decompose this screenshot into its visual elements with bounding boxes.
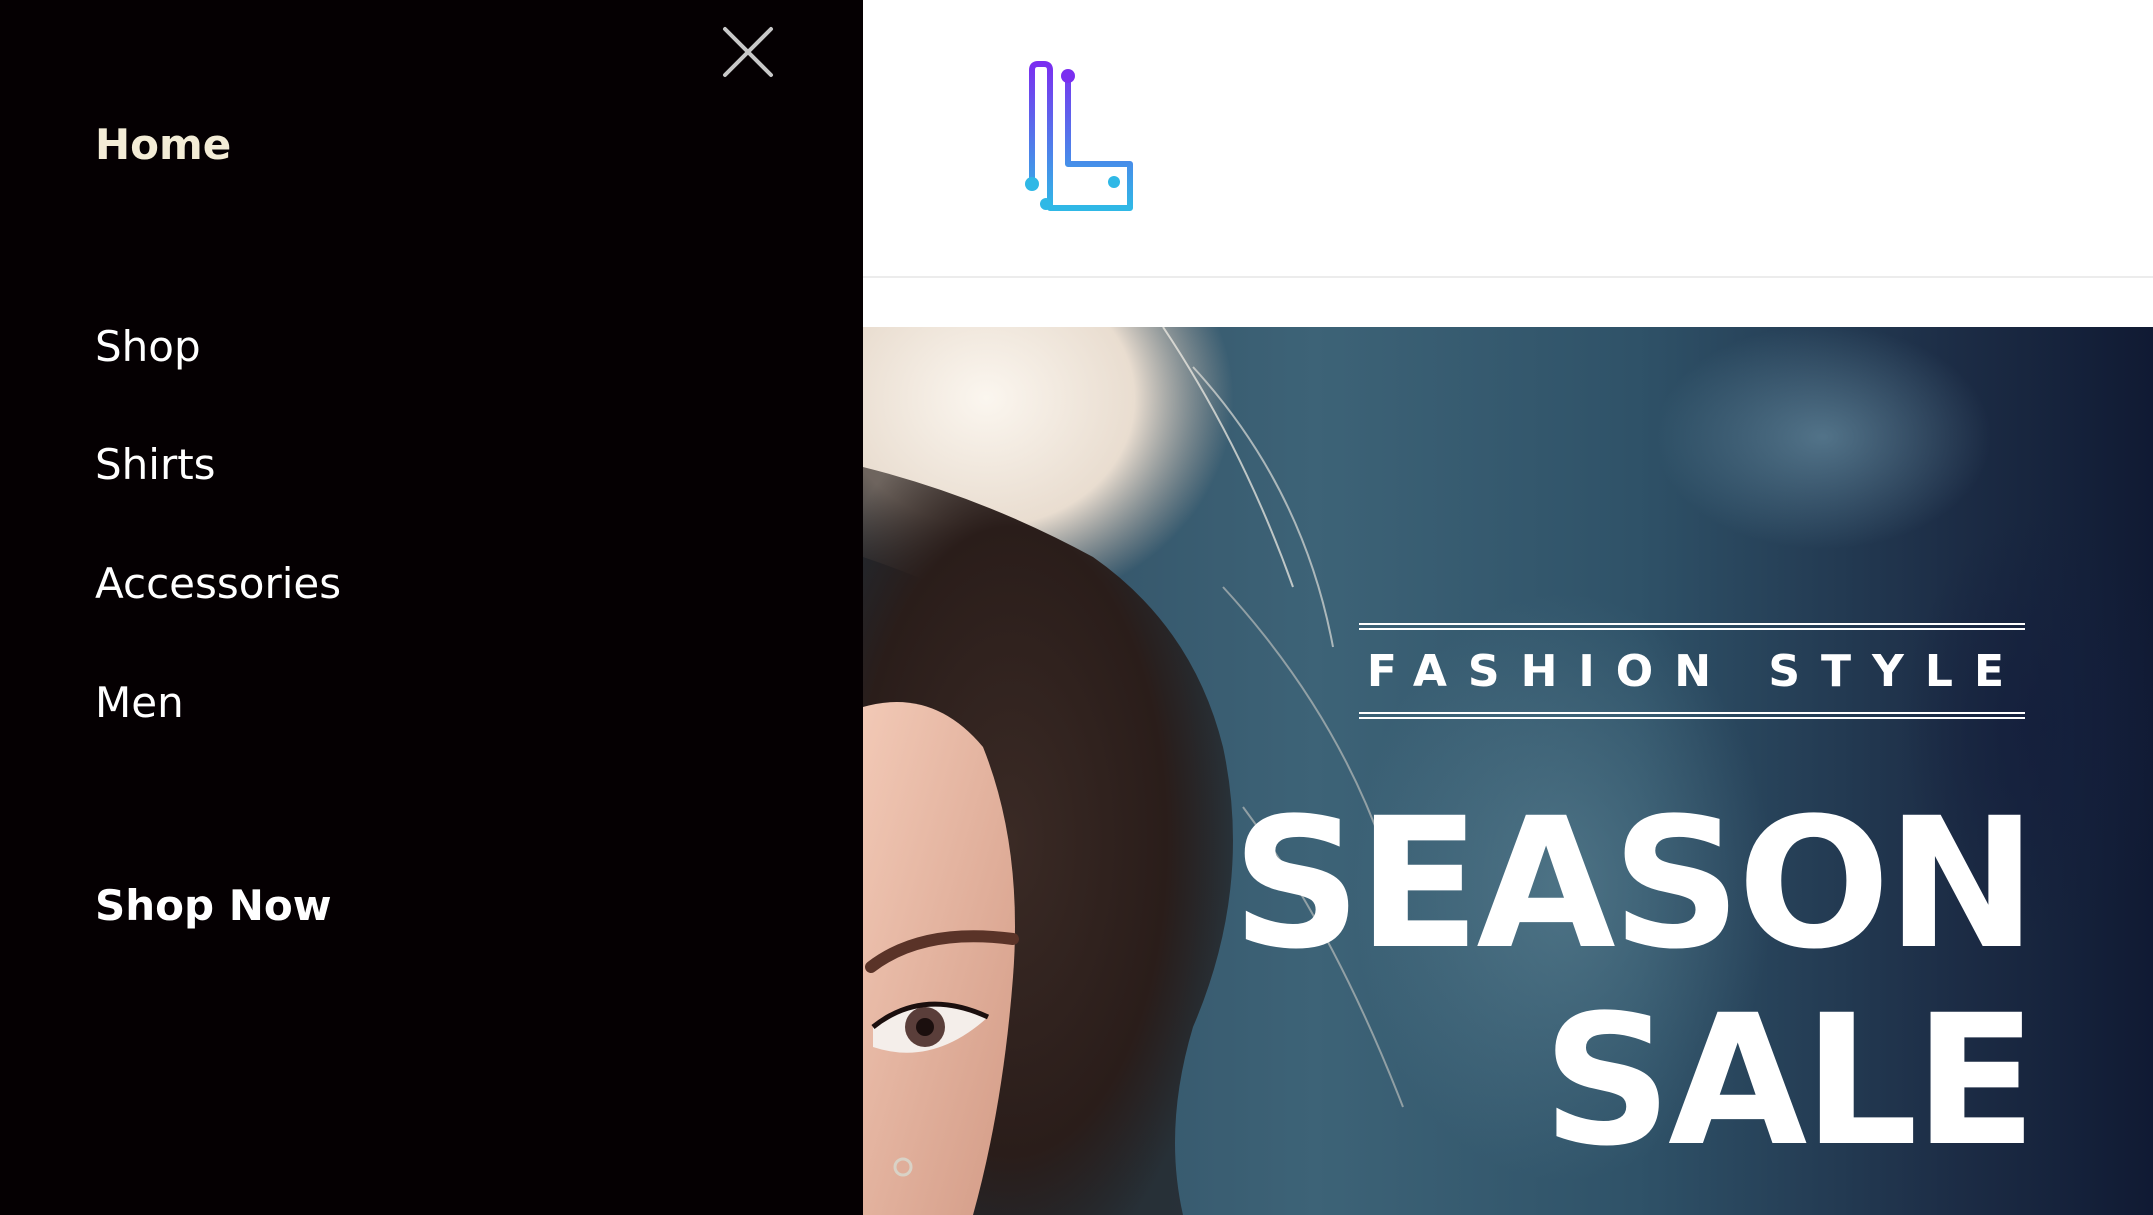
close-icon[interactable]	[722, 26, 774, 78]
hero-model-image	[863, 327, 1423, 1215]
hero-banner[interactable]: FASHION STYLE SEASON SALE	[863, 327, 2153, 1215]
logo-icon[interactable]	[1018, 58, 1144, 214]
nav-drawer: Home Shop Shirts Accessories Men Shop No…	[0, 0, 863, 1215]
page: FASHION STYLE SEASON SALE Home Shop Shir…	[0, 0, 2153, 1215]
divider-bottom	[1359, 712, 2025, 719]
nav-item-shirts[interactable]: Shirts	[95, 444, 216, 486]
hero-title-line2: SALE	[1542, 977, 2037, 1186]
hero-title-line1: SEASON	[1231, 780, 2037, 989]
nav-item-men[interactable]: Men	[95, 682, 184, 724]
divider-top	[1359, 623, 2025, 630]
shop-now-link[interactable]: Shop Now	[95, 885, 332, 927]
hero-tagline-block: FASHION STYLE	[1359, 623, 2025, 719]
nav-item-accessories[interactable]: Accessories	[95, 563, 341, 605]
hero-tagline: FASHION STYLE	[1366, 646, 2025, 697]
nav-item-home[interactable]: Home	[95, 124, 231, 166]
nav-item-shop[interactable]: Shop	[95, 326, 201, 368]
